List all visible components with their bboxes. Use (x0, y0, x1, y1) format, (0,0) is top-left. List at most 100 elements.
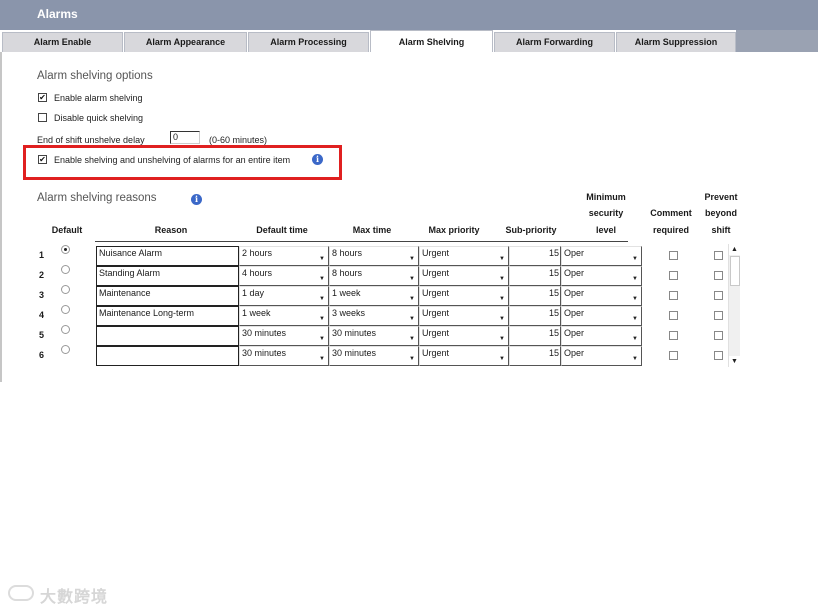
prevent-checkbox[interactable] (714, 351, 723, 360)
max-priority-combo[interactable]: Urgent ▼ (419, 286, 509, 306)
tab-alarm-processing[interactable]: Alarm Processing (248, 32, 369, 52)
chevron-down-icon: ▼ (409, 256, 415, 262)
prevent-checkbox[interactable] (714, 311, 723, 320)
tab-alarm-appearance[interactable]: Alarm Appearance (124, 32, 247, 52)
prevent-checkbox[interactable] (714, 331, 723, 340)
default-radio[interactable] (61, 325, 70, 334)
reason-field[interactable]: Standing Alarm (96, 266, 239, 286)
default-time-value: 30 minutes (242, 328, 287, 338)
max-priority-combo[interactable]: Urgent ▼ (419, 266, 509, 286)
header-max-time: Max time (352, 225, 392, 235)
disable-quick-checkbox[interactable] (38, 113, 47, 122)
header-default: Default (51, 225, 83, 235)
chevron-down-icon: ▼ (499, 296, 505, 302)
default-time-value: 1 week (242, 308, 271, 318)
max-time-combo[interactable]: 8 hours ▼ (329, 246, 419, 266)
prevent-checkbox[interactable] (714, 251, 723, 260)
scroll-down-arrow-icon[interactable]: ▼ (729, 356, 740, 367)
comment-checkbox[interactable] (669, 251, 678, 260)
enable-shelving-checkbox[interactable]: ✔ (38, 93, 47, 102)
default-radio[interactable] (61, 345, 70, 354)
security-combo[interactable]: Oper ▼ (561, 286, 642, 306)
max-time-combo[interactable]: 30 minutes ▼ (329, 326, 419, 346)
max-time-combo[interactable]: 30 minutes ▼ (329, 346, 419, 366)
max-priority-combo[interactable]: Urgent ▼ (419, 346, 509, 366)
delay-label: End of shift unshelve delay (37, 135, 145, 145)
header-prevent-2: beyond (704, 208, 737, 218)
row-number: 1 (39, 250, 45, 260)
default-time-value: 1 day (242, 288, 265, 298)
default-radio[interactable] (61, 305, 70, 314)
table-scrollbar[interactable]: ▲ ▼ (728, 244, 740, 367)
info-icon[interactable]: i (312, 154, 323, 165)
reason-field[interactable] (96, 346, 239, 366)
header-min-security-2: security (588, 208, 624, 218)
security-value: Oper (564, 288, 585, 298)
reason-field[interactable]: Maintenance (96, 286, 239, 306)
default-radio[interactable] (61, 285, 70, 294)
scroll-thumb[interactable] (730, 256, 740, 286)
chevron-down-icon: ▼ (409, 316, 415, 322)
default-radio[interactable] (61, 265, 70, 274)
chevron-down-icon: ▼ (409, 296, 415, 302)
max-time-value: 8 hours (332, 268, 363, 278)
comment-checkbox[interactable] (669, 311, 678, 320)
scroll-up-arrow-icon[interactable]: ▲ (729, 244, 740, 255)
max-time-combo[interactable]: 8 hours ▼ (329, 266, 419, 286)
reason-field[interactable]: Nuisance Alarm (96, 246, 239, 266)
tab-alarm-forwarding[interactable]: Alarm Forwarding (494, 32, 615, 52)
disable-quick-label: Disable quick shelving (54, 113, 144, 123)
security-value: Oper (564, 348, 585, 358)
security-value: Oper (564, 328, 585, 338)
entire-item-checkbox[interactable]: ✔ (38, 155, 47, 164)
tab-alarm-enable[interactable]: Alarm Enable (2, 32, 123, 52)
default-time-combo[interactable]: 2 hours ▼ (239, 246, 329, 266)
chevron-down-icon: ▼ (319, 296, 325, 302)
default-time-combo[interactable]: 30 minutes ▼ (239, 326, 329, 346)
sub-priority-field[interactable]: 15 (509, 326, 561, 346)
comment-checkbox[interactable] (669, 291, 678, 300)
max-priority-combo[interactable]: Urgent ▼ (419, 246, 509, 266)
security-combo[interactable]: Oper ▼ (561, 306, 642, 326)
default-radio[interactable] (61, 245, 70, 254)
default-time-combo[interactable]: 1 week ▼ (239, 306, 329, 326)
tab-alarm-shelving[interactable]: Alarm Shelving (370, 30, 493, 52)
sub-priority-field[interactable]: 15 (509, 286, 561, 306)
max-time-combo[interactable]: 1 week ▼ (329, 286, 419, 306)
default-time-combo[interactable]: 4 hours ▼ (239, 266, 329, 286)
prevent-checkbox[interactable] (714, 271, 723, 280)
security-combo[interactable]: Oper ▼ (561, 246, 642, 266)
prevent-checkbox[interactable] (714, 291, 723, 300)
max-priority-combo[interactable]: Urgent ▼ (419, 306, 509, 326)
chevron-down-icon: ▼ (632, 356, 638, 362)
tab-alarm-suppression[interactable]: Alarm Suppression (616, 32, 736, 52)
sub-priority-field[interactable]: 15 (509, 266, 561, 286)
header-comment-1: Comment (650, 208, 692, 218)
comment-checkbox[interactable] (669, 331, 678, 340)
info-icon[interactable]: i (191, 194, 202, 205)
sub-priority-field[interactable]: 15 (509, 246, 561, 266)
row-number: 5 (39, 330, 45, 340)
comment-checkbox[interactable] (669, 271, 678, 280)
sub-priority-field[interactable]: 15 (509, 306, 561, 326)
max-time-value: 3 weeks (332, 308, 366, 318)
max-time-combo[interactable]: 3 weeks ▼ (329, 306, 419, 326)
chevron-down-icon: ▼ (632, 276, 638, 282)
tab-bar: Alarm Enable Alarm Appearance Alarm Proc… (0, 30, 818, 52)
chevron-down-icon: ▼ (409, 356, 415, 362)
max-priority-value: Urgent (422, 328, 450, 338)
security-combo[interactable]: Oper ▼ (561, 346, 642, 366)
reason-field[interactable]: Maintenance Long-term (96, 306, 239, 326)
security-combo[interactable]: Oper ▼ (561, 326, 642, 346)
header-comment-2: required (652, 225, 689, 235)
default-time-combo[interactable]: 1 day ▼ (239, 286, 329, 306)
security-combo[interactable]: Oper ▼ (561, 266, 642, 286)
reason-field[interactable] (96, 326, 239, 346)
default-time-combo[interactable]: 30 minutes ▼ (239, 346, 329, 366)
max-priority-combo[interactable]: Urgent ▼ (419, 326, 509, 346)
max-time-value: 1 week (332, 288, 361, 298)
chevron-down-icon: ▼ (499, 356, 505, 362)
comment-checkbox[interactable] (669, 351, 678, 360)
delay-input[interactable]: 0 (170, 131, 200, 144)
sub-priority-field[interactable]: 15 (509, 346, 561, 366)
